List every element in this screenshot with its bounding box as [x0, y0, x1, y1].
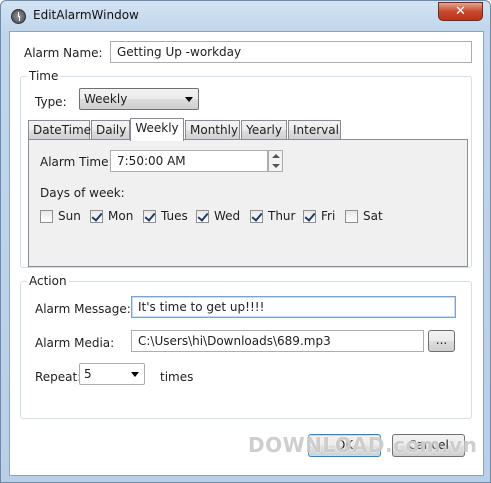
alarm-media-label: Alarm Media: — [35, 336, 115, 350]
day-label-wed: Wed — [214, 209, 241, 223]
type-select-value: Weekly — [84, 92, 128, 106]
action-group-title: Action — [27, 274, 69, 288]
day-label-sun: Sun — [58, 209, 81, 223]
alarm-message-label: Alarm Message: — [35, 302, 131, 316]
repeat-label: Repeat: — [35, 370, 82, 384]
day-checkbox-thur[interactable]: Thur — [250, 209, 295, 223]
type-select[interactable]: Weekly — [79, 88, 199, 110]
alarm-name-label: Alarm Name: — [24, 46, 103, 60]
title-bar[interactable]: EditAlarmWindow ✕ — [1, 1, 490, 31]
checkbox-checked-icon[interactable] — [90, 209, 103, 223]
days-of-week-label: Days of week: — [40, 186, 125, 200]
tab-datetime[interactable]: DateTime — [28, 120, 91, 140]
day-label-thur: Thur — [268, 209, 296, 223]
checkbox-icon[interactable] — [345, 209, 358, 223]
checkbox-checked-icon[interactable] — [143, 209, 156, 223]
day-checkbox-wed[interactable]: Wed — [196, 209, 240, 223]
day-checkbox-tues[interactable]: Tues — [143, 209, 188, 223]
checkbox-checked-icon[interactable] — [303, 209, 316, 223]
tab-weekly[interactable]: Weekly — [130, 118, 184, 141]
checkbox-icon[interactable] — [40, 209, 53, 223]
alarm-name-input[interactable]: Getting Up -workday — [110, 41, 472, 63]
alarm-time-label: Alarm Time: — [40, 155, 113, 169]
window-title: EditAlarmWindow — [33, 8, 139, 22]
tab-monthly[interactable]: Monthly — [185, 120, 240, 140]
chevron-down-icon — [131, 372, 139, 377]
day-label-mon: Mon — [108, 209, 134, 223]
spin-down-icon[interactable] — [269, 161, 282, 171]
close-button[interactable]: ✕ — [438, 2, 483, 21]
spin-up-icon[interactable] — [269, 151, 282, 161]
type-label: Type: — [35, 95, 67, 109]
alarm-media-input[interactable]: C:\Users\hi\Downloads\689.mp3 — [131, 330, 424, 352]
checkbox-checked-icon[interactable] — [196, 209, 209, 223]
repeat-suffix-label: times — [160, 370, 194, 384]
alarm-message-input[interactable]: It's time to get up!!!! — [131, 296, 456, 318]
tab-daily[interactable]: Daily — [91, 120, 130, 140]
alarm-clock-icon — [11, 9, 26, 24]
repeat-select[interactable]: 5 — [79, 363, 145, 385]
repeat-select-value: 5 — [84, 367, 92, 381]
chevron-down-icon — [185, 97, 193, 102]
day-checkbox-sat[interactable]: Sat — [345, 209, 383, 223]
alarm-time-input[interactable]: 7:50:00 AM — [110, 150, 268, 172]
ok-button[interactable]: OK — [308, 434, 381, 457]
day-label-tues: Tues — [161, 209, 188, 223]
tab-yearly[interactable]: Yearly — [241, 120, 287, 140]
day-label-sat: Sat — [363, 209, 383, 223]
day-checkbox-mon[interactable]: Mon — [90, 209, 133, 223]
browse-button[interactable]: ... — [428, 330, 455, 352]
tab-interval[interactable]: Interval — [288, 120, 341, 140]
day-checkbox-fri[interactable]: Fri — [303, 209, 335, 223]
cancel-button[interactable]: Cancel — [392, 434, 465, 457]
time-group-title: Time — [27, 69, 61, 83]
day-label-fri: Fri — [321, 209, 336, 223]
alarm-time-spinner[interactable] — [268, 150, 283, 172]
day-checkbox-sun[interactable]: Sun — [40, 209, 81, 223]
checkbox-checked-icon[interactable] — [250, 209, 263, 223]
